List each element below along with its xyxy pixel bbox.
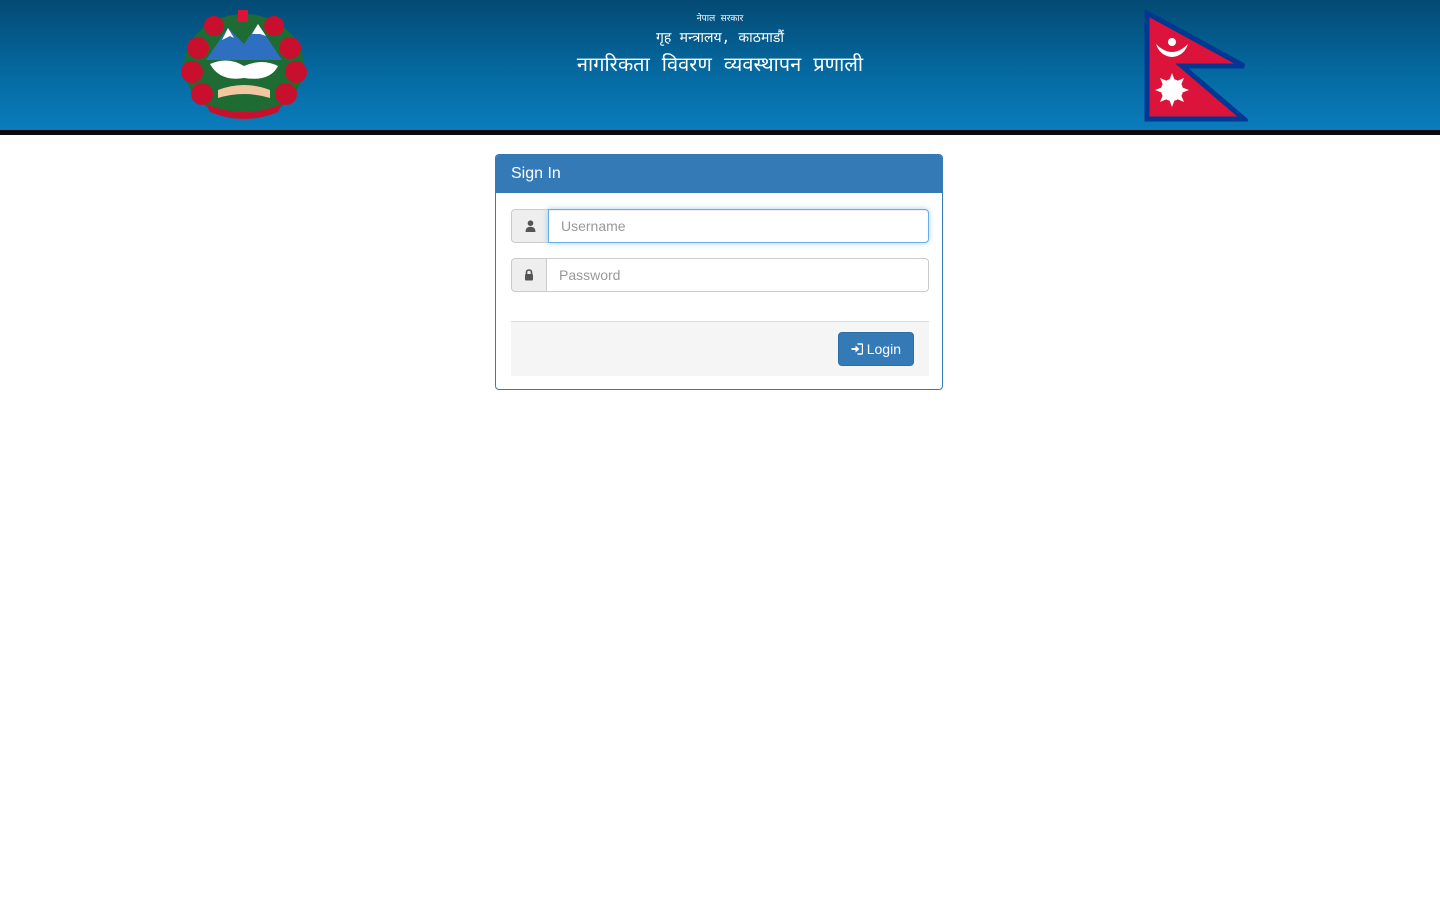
lock-icon [511, 258, 546, 292]
panel-heading: Sign In [496, 155, 942, 193]
header-title-block: नेपाल सरकार गृह मन्त्रालय, काठमाडौं नागर… [420, 10, 1020, 78]
lock-glyph [525, 269, 533, 281]
sign-in-panel: Sign In Login [495, 154, 943, 390]
system-title: नागरिकता विवरण व्यवस्थापन प्रणाली [576, 52, 864, 76]
login-label: Login [866, 341, 901, 357]
login-button[interactable]: Login [837, 332, 914, 366]
username-group [511, 209, 929, 243]
username-input[interactable] [548, 209, 929, 243]
user-icon [511, 209, 548, 243]
nepal-emblem-icon [181, 10, 307, 119]
nepal-flag-icon [1144, 10, 1248, 122]
password-group [511, 258, 929, 292]
site-header: नेपाल सरकार गृह मन्त्रालय, काठमाडौं नागर… [0, 0, 1440, 135]
password-input[interactable] [546, 258, 929, 292]
ministry-name: गृह मन्त्रालय, काठमाडौं [655, 30, 785, 46]
panel-footer: Login [511, 321, 929, 376]
sign-in-icon [851, 343, 863, 355]
government-name: नेपाल सरकार [696, 14, 744, 24]
user-glyph [525, 220, 535, 232]
